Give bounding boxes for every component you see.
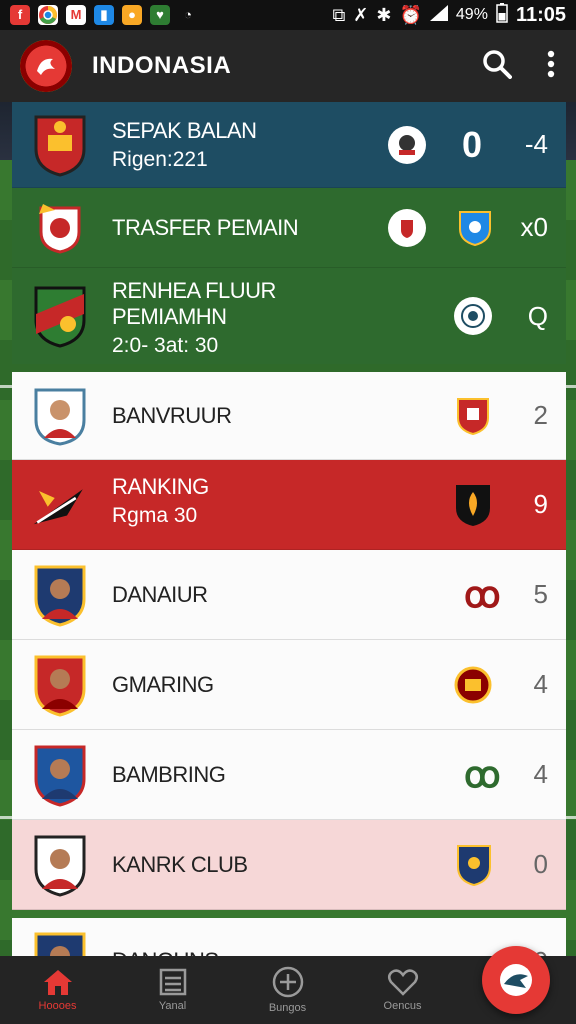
- whatsapp-icon: ◔: [184, 7, 192, 22]
- item-subtitle: Rigen:221: [112, 147, 208, 171]
- item-title: RENHEA FLUUR: [112, 278, 276, 303]
- club-badge-icon: [454, 397, 492, 435]
- item-title: KANRK CLUB: [112, 851, 248, 877]
- add-circle-icon: [272, 966, 303, 998]
- list-item[interactable]: DANAIUR ꝏ 5: [12, 550, 566, 640]
- item-title-line2: PEMIAMHN: [112, 304, 227, 329]
- item-score: Q: [527, 300, 548, 331]
- trello-icon: ▮: [94, 5, 114, 25]
- list-item[interactable]: TRASFER PEMAIN x0: [12, 188, 566, 268]
- clock: 11:05: [515, 3, 566, 26]
- item-title: BANVRUUR: [112, 402, 232, 428]
- club-badge-icon: [454, 666, 492, 704]
- orange-app-icon: ●: [122, 5, 142, 25]
- notification-icons: f M ▮ ● ♥ ◔: [10, 5, 198, 25]
- status-bar: f M ▮ ● ♥ ◔ ⧉ ✗ ✱ ⏰ 49% 11:05: [0, 0, 576, 30]
- nfc-icon: ✗: [353, 4, 369, 25]
- item-score: x0: [520, 212, 548, 242]
- dragon-emblem-icon: [37, 58, 55, 75]
- nav-label: Bungos: [268, 1002, 307, 1014]
- list-item[interactable]: RANKING Rgma 30 9: [12, 460, 566, 550]
- match-counter: 0: [462, 123, 483, 165]
- list-gap: [12, 364, 566, 372]
- nav-add[interactable]: Bungos: [230, 956, 345, 1024]
- player-avatar: [32, 384, 88, 448]
- player-avatar: [32, 563, 88, 627]
- list-gap: [12, 910, 566, 918]
- item-title: RANKING: [112, 474, 209, 499]
- item-title: BAMBRING: [112, 761, 226, 787]
- item-score: 2: [533, 400, 548, 430]
- item-title: DANAIUR: [112, 581, 208, 607]
- flipboard-icon: f: [10, 5, 30, 25]
- club-badge-icon: [388, 208, 426, 247]
- alarm-icon: ⏰: [399, 4, 422, 25]
- page-title: INDONASIA: [92, 52, 232, 79]
- item-title: GMARING: [112, 671, 214, 697]
- nav-label: Hoooes: [38, 1000, 77, 1012]
- battery-percent: 49%: [455, 6, 488, 23]
- app-logo[interactable]: [20, 40, 72, 92]
- club-crest-icon: [32, 113, 88, 177]
- club-crest-icon: [32, 196, 88, 260]
- item-score: -4: [524, 129, 548, 159]
- nav-home[interactable]: Hoooes: [0, 956, 115, 1024]
- heart-app-icon: ♥: [150, 5, 170, 25]
- nav-label: Yanal: [158, 1000, 187, 1012]
- app-bar: INDONASIA: [0, 30, 576, 102]
- item-score: 4: [533, 759, 548, 789]
- item-subtitle: 2:0- 3at: 30: [112, 334, 219, 357]
- shark-icon: [500, 964, 532, 996]
- team-list: SEPAK BALAN Rigen:221 0 -4 TRASFER PEMAI…: [12, 102, 566, 1006]
- more-options-icon[interactable]: [546, 50, 556, 83]
- club-badge-icon: ꝏ: [464, 753, 501, 795]
- bluetooth-icon: ✱: [376, 4, 392, 25]
- nav-list[interactable]: Yanal: [115, 956, 230, 1024]
- chrome-icon: [38, 5, 58, 25]
- gmail-icon: M: [66, 5, 86, 25]
- nav-label: Oencus: [383, 1000, 422, 1012]
- club-badge-icon: [454, 843, 494, 887]
- club-badge-icon: [454, 297, 492, 335]
- home-icon: [43, 970, 72, 995]
- list-item[interactable]: GMARING 4: [12, 640, 566, 730]
- club-crest-icon: [32, 473, 88, 537]
- floating-action-button[interactable]: [482, 946, 550, 1014]
- list-item[interactable]: RENHEA FLUUR PEMIAMHN 2:0- 3at: 30 Q: [12, 268, 566, 364]
- nav-favorites[interactable]: Oencus: [345, 956, 460, 1024]
- club-badge-icon: [452, 482, 494, 528]
- player-avatar: [32, 833, 88, 897]
- list-icon: [159, 968, 186, 996]
- item-score: 5: [533, 579, 548, 609]
- club-crest-icon: [32, 284, 88, 348]
- player-avatar: [32, 653, 88, 717]
- item-title: TRASFER PEMAIN: [112, 214, 299, 240]
- club-badge-icon: ꝏ: [464, 573, 501, 615]
- item-subtitle: Rgma 30: [112, 504, 198, 527]
- item-score: 4: [533, 669, 548, 699]
- signal-icon: [429, 4, 448, 26]
- search-icon[interactable]: [482, 49, 512, 84]
- vibrate-icon: ⧉: [332, 4, 346, 25]
- item-score: 9: [533, 489, 548, 519]
- list-item[interactable]: BAMBRING ꝏ 4: [12, 730, 566, 820]
- list-item[interactable]: SEPAK BALAN Rigen:221 0 -4: [12, 102, 566, 188]
- battery-icon: [496, 2, 508, 28]
- item-title: SEPAK BALAN: [112, 117, 257, 143]
- player-avatar: [32, 743, 88, 807]
- heart-icon: [387, 969, 418, 996]
- list-item[interactable]: KANRK CLUB 0: [12, 820, 566, 910]
- club-badge-icon: [456, 209, 494, 247]
- list-item[interactable]: BANVRUUR 2: [12, 372, 566, 460]
- item-score: 0: [533, 849, 548, 879]
- opponent-badge-icon: [388, 125, 426, 164]
